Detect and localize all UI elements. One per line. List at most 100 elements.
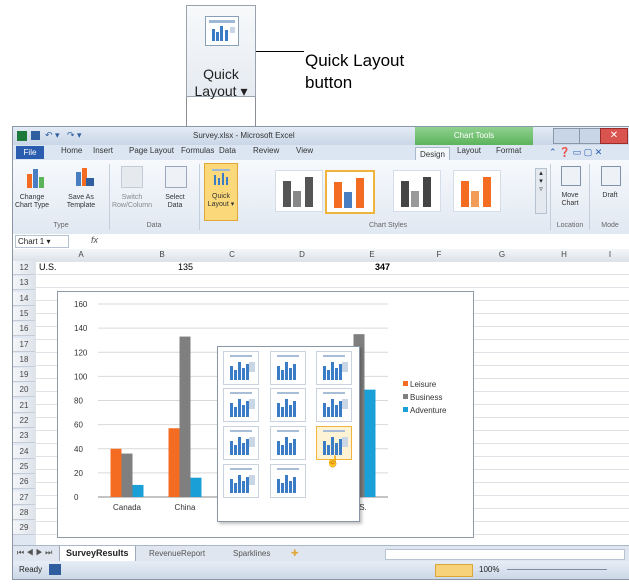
- formula-input[interactable]: [105, 235, 623, 247]
- layout-preview-bar: [323, 403, 326, 417]
- undo-icon[interactable]: ↶ ▾: [45, 130, 60, 141]
- formula-bar: Chart 1 ▾ fx: [13, 234, 629, 250]
- column-header-f[interactable]: F: [407, 250, 471, 259]
- cell-e12[interactable]: 347: [375, 262, 390, 272]
- change-chart-type-button[interactable]: Change Chart Type: [13, 194, 51, 210]
- group-data-label: Data: [146, 222, 162, 229]
- restore-button[interactable]: [579, 128, 601, 144]
- tab-layout[interactable]: Layout: [457, 146, 481, 155]
- column-header-b[interactable]: B: [127, 250, 197, 259]
- column-header-g[interactable]: G: [471, 250, 533, 259]
- layout-option-3[interactable]: [316, 351, 352, 385]
- row-header-27[interactable]: 27: [13, 490, 35, 505]
- row-header-28[interactable]: 28: [13, 505, 35, 520]
- fx-icon[interactable]: fx: [91, 235, 98, 245]
- column-header-h[interactable]: H: [533, 250, 595, 259]
- quick-layout-dropdown-label: Layout ▾: [194, 83, 248, 99]
- ribbon: Change Chart Type Save As Template Type …: [13, 160, 629, 235]
- switch-row-column-button[interactable]: Switch Row/Column: [111, 194, 153, 210]
- legend-swatch-leisure: [403, 381, 408, 386]
- row-header-22[interactable]: 22: [13, 414, 35, 428]
- save-as-template-button[interactable]: Save As Template: [55, 194, 107, 210]
- layout-option-5[interactable]: [270, 388, 306, 422]
- tab-home[interactable]: Home: [61, 146, 82, 155]
- layout-option-11[interactable]: [270, 464, 306, 498]
- tab-page-layout[interactable]: Page Layout: [129, 146, 174, 155]
- sheet-tab-revenuereport[interactable]: RevenueReport: [143, 547, 211, 561]
- layout-legend-placeholder: [342, 399, 348, 409]
- quick-layout-button[interactable]: Quick Layout ▾: [204, 163, 238, 221]
- draft-button[interactable]: Draft: [593, 192, 627, 200]
- close-button[interactable]: ✕: [600, 128, 628, 144]
- quick-layout-button-enlarged[interactable]: Quick Layout ▾: [186, 5, 256, 99]
- chart-style-2[interactable]: [325, 170, 375, 214]
- row-header-21[interactable]: 21: [13, 398, 35, 413]
- layout-preview-bar: [281, 407, 284, 417]
- sheet-nav-arrows[interactable]: ⏮ ◀ ▶ ⏭: [17, 548, 52, 558]
- insert-sheet-icon[interactable]: ✚: [291, 548, 299, 559]
- layout-option-6[interactable]: [316, 388, 352, 422]
- tab-data[interactable]: Data: [219, 146, 236, 155]
- layout-option-8[interactable]: [270, 426, 306, 460]
- macro-record-icon[interactable]: [49, 564, 61, 575]
- row-header-12[interactable]: 12: [13, 261, 35, 275]
- help-icon[interactable]: ⌃ ❓ ▭ ▢ ✕: [549, 147, 602, 158]
- layout-preview-bar: [285, 362, 288, 380]
- column-header-i[interactable]: I: [595, 250, 625, 259]
- column-header-a[interactable]: A: [35, 250, 127, 259]
- row-header-15[interactable]: 15: [13, 306, 35, 321]
- chart-style-4[interactable]: [453, 170, 501, 212]
- row-header-17[interactable]: 17: [13, 337, 35, 352]
- tab-design[interactable]: Design: [415, 147, 450, 161]
- tab-formulas[interactable]: Formulas: [181, 146, 214, 155]
- layout-preview-bar: [293, 439, 296, 455]
- sheet-tab-surveyresults[interactable]: SurveyResults: [59, 546, 136, 562]
- cell-b12[interactable]: 135: [178, 262, 193, 272]
- layout-option-2[interactable]: [270, 351, 306, 385]
- row-header-25[interactable]: 25: [13, 459, 35, 474]
- row-header-24[interactable]: 24: [13, 444, 35, 459]
- column-header-c[interactable]: C: [197, 250, 267, 259]
- layout-option-7[interactable]: [223, 426, 259, 460]
- chart-style-3[interactable]: [393, 170, 441, 212]
- layout-option-10[interactable]: [223, 464, 259, 498]
- zoom-slider[interactable]: [507, 569, 607, 570]
- tab-file[interactable]: File: [16, 146, 44, 159]
- layout-preview-bar: [234, 483, 237, 493]
- column-header-e[interactable]: E: [337, 250, 407, 259]
- layout-preview-bar: [335, 368, 338, 380]
- view-buttons[interactable]: [435, 564, 473, 577]
- row-header-29[interactable]: 29: [13, 521, 35, 536]
- tab-format[interactable]: Format: [496, 146, 521, 155]
- zoom-level[interactable]: 100%: [479, 565, 499, 574]
- layout-option-4[interactable]: [223, 388, 259, 422]
- row-header-23[interactable]: 23: [13, 429, 35, 444]
- row-header-13[interactable]: 13: [13, 276, 35, 291]
- cell-a12[interactable]: U.S.: [39, 262, 57, 272]
- chart-styles-scroll[interactable]: ▴ ▾ ▿: [535, 168, 547, 214]
- layout-option-1[interactable]: [223, 351, 259, 385]
- sheet-tab-sparklines[interactable]: Sparklines: [227, 547, 276, 561]
- row-header-16[interactable]: 16: [13, 322, 35, 337]
- layout-preview-bar: [293, 477, 296, 493]
- horizontal-scrollbar[interactable]: [385, 549, 625, 560]
- tab-view[interactable]: View: [296, 146, 313, 155]
- chart-style-1[interactable]: [275, 170, 323, 212]
- tab-insert[interactable]: Insert: [93, 146, 113, 155]
- save-icon[interactable]: [31, 131, 40, 140]
- row-header-19[interactable]: 19: [13, 368, 35, 383]
- column-header-d[interactable]: D: [267, 250, 337, 259]
- name-box[interactable]: Chart 1 ▾: [15, 235, 69, 248]
- layout-preview-bar: [238, 362, 241, 380]
- minimize-button[interactable]: [553, 128, 580, 144]
- tab-review[interactable]: Review: [253, 146, 279, 155]
- row-header-14[interactable]: 14: [13, 291, 35, 306]
- row-header-26[interactable]: 26: [13, 475, 35, 490]
- redo-icon[interactable]: ↷ ▾: [67, 130, 82, 141]
- layout-title-placeholder: [277, 430, 299, 432]
- row-header-18[interactable]: 18: [13, 352, 35, 367]
- move-chart-button[interactable]: Move Chart: [553, 192, 587, 208]
- select-data-button[interactable]: Select Data: [157, 194, 193, 210]
- row-header-20[interactable]: 20: [13, 383, 35, 398]
- layout-preview-bar: [242, 405, 245, 417]
